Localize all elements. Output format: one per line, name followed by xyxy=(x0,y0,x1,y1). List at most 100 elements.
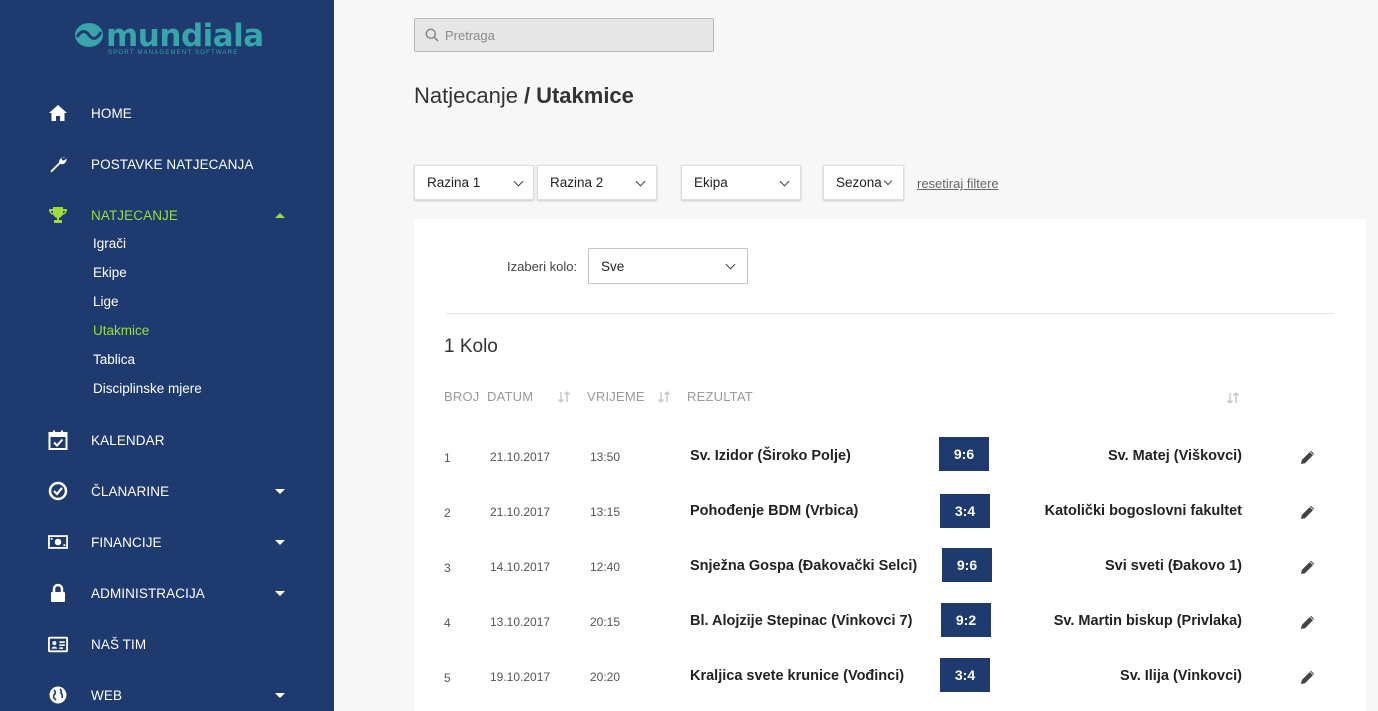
check-circle-icon xyxy=(48,481,68,501)
nav-label-calendar: KALENDAR xyxy=(91,432,165,448)
home-icon xyxy=(48,103,68,123)
edit-icon[interactable] xyxy=(1299,503,1317,521)
nav-label-finances: FINANCIJE xyxy=(91,534,162,550)
filter-level2-dropdown[interactable]: Razina 2 xyxy=(537,165,657,200)
round-title: 1 Kolo xyxy=(444,336,498,357)
away-team[interactable]: Katolički bogoslovni fakultet xyxy=(942,503,1242,519)
sidebar: mundiala SPORT MANAGEMENT SOFTWARE HOME … xyxy=(0,0,334,711)
subnav-item-leagues[interactable]: Lige xyxy=(93,294,119,309)
edit-icon[interactable] xyxy=(1299,668,1317,686)
nav-label-administration: ADMINISTRACIJA xyxy=(91,585,205,601)
nav-item-competition[interactable]: NATJECANJE xyxy=(0,200,334,230)
subnav-item-table[interactable]: Tablica xyxy=(93,352,135,367)
edit-icon[interactable] xyxy=(1299,613,1317,631)
home-team[interactable]: Sv. Izidor (Široko Polje) xyxy=(690,448,851,464)
caret-up-icon xyxy=(275,212,285,218)
match-date: 21.10.2017 xyxy=(490,505,551,519)
away-team[interactable]: Svi sveti (Đakovo 1) xyxy=(942,558,1242,574)
nav-item-administration[interactable]: ADMINISTRACIJA xyxy=(0,578,334,608)
id-card-icon xyxy=(48,634,68,654)
breadcrumb-separator: / xyxy=(523,83,531,108)
filter-team-label: Ekipa xyxy=(694,175,728,190)
home-team[interactable]: Pohođenje BDM (Vrbica) xyxy=(690,503,858,519)
search-icon xyxy=(425,28,439,42)
filter-team-dropdown[interactable]: Ekipa xyxy=(681,165,801,200)
subnav-item-disciplinary[interactable]: Disciplinske mjere xyxy=(93,381,202,396)
round-select-value: Sve xyxy=(601,259,625,274)
sort-icon[interactable] xyxy=(557,390,571,404)
column-header-time[interactable]: VRIJEME xyxy=(587,389,645,404)
edit-icon[interactable] xyxy=(1299,448,1317,466)
subnav-item-teams[interactable]: Ekipe xyxy=(93,265,127,280)
chevron-down-icon xyxy=(635,176,646,187)
column-header-number: BROJ xyxy=(444,389,480,404)
match-time: 13:50 xyxy=(590,450,621,464)
match-number: 4 xyxy=(444,616,451,630)
sort-icon[interactable] xyxy=(657,390,671,404)
sort-icon[interactable] xyxy=(1226,391,1240,405)
breadcrumb-parent[interactable]: Natjecanje xyxy=(414,83,518,108)
caret-down-icon xyxy=(275,539,285,545)
subnav-item-players[interactable]: Igrači xyxy=(93,236,126,251)
nav-item-calendar[interactable]: KALENDAR xyxy=(0,425,334,455)
match-time: 13:15 xyxy=(590,505,621,519)
logo-wordmark: mundiala xyxy=(106,18,264,54)
match-date: 21.10.2017 xyxy=(490,450,551,464)
away-team[interactable]: Sv. Martin biskup (Privlaka) xyxy=(942,613,1242,629)
logo-tagline: SPORT MANAGEMENT SOFTWARE xyxy=(108,50,239,56)
caret-down-icon xyxy=(275,590,285,596)
caret-down-icon xyxy=(275,488,285,494)
round-select[interactable]: Sve xyxy=(588,248,748,284)
edit-icon[interactable] xyxy=(1299,558,1317,576)
matches-panel: Izaberi kolo: Sve 1 Kolo BROJ DATUM VRIJ… xyxy=(414,219,1366,711)
nav-label-memberships: ČLANARINE xyxy=(91,483,170,499)
nav-item-memberships[interactable]: ČLANARINE xyxy=(0,476,334,506)
match-number: 3 xyxy=(444,561,451,575)
chevron-down-icon xyxy=(779,176,790,187)
money-icon xyxy=(48,532,68,552)
nav-item-competition-settings[interactable]: POSTAVKE NATJECANJA xyxy=(0,149,334,179)
chevron-down-icon xyxy=(513,176,524,187)
lock-icon xyxy=(48,583,68,603)
filter-level1-label: Razina 1 xyxy=(427,175,481,190)
home-team[interactable]: Bl. Alojzije Stepinac (Vinkovci 7) xyxy=(690,613,912,629)
logo-mark-icon xyxy=(75,23,103,47)
nav-item-our-team[interactable]: NAŠ TIM xyxy=(0,629,334,659)
filter-season-dropdown[interactable]: Sezona xyxy=(823,165,904,200)
away-team[interactable]: Sv. Matej (Viškovci) xyxy=(942,448,1242,464)
column-header-date[interactable]: DATUM xyxy=(487,389,533,404)
match-time: 12:40 xyxy=(590,560,621,574)
column-header-result[interactable]: REZULTAT xyxy=(687,389,753,404)
home-team[interactable]: Snježna Gospa (Đakovački Selci) xyxy=(690,558,917,574)
calendar-check-icon xyxy=(48,430,68,450)
logo[interactable]: mundiala SPORT MANAGEMENT SOFTWARE xyxy=(74,18,264,62)
search-box[interactable] xyxy=(414,18,714,52)
subnav-item-matches[interactable]: Utakmice xyxy=(93,323,149,338)
globe-icon xyxy=(48,685,68,705)
nav-item-finances[interactable]: FINANCIJE xyxy=(0,527,334,557)
trophy-icon xyxy=(48,205,68,225)
filter-level2-label: Razina 2 xyxy=(550,175,604,190)
round-select-label: Izaberi kolo: xyxy=(507,259,578,274)
page-title: Natjecanje / Utakmice xyxy=(414,83,634,109)
chevron-down-icon xyxy=(883,176,893,186)
nav-item-home[interactable]: HOME xyxy=(0,98,334,128)
match-number: 2 xyxy=(444,506,451,520)
caret-down-icon xyxy=(275,692,285,698)
reset-filters-link[interactable]: resetiraj filtere xyxy=(917,176,999,191)
match-time: 20:15 xyxy=(590,615,621,629)
away-team[interactable]: Sv. Ilija (Vinkovci) xyxy=(942,668,1242,684)
filter-level1-dropdown[interactable]: Razina 1 xyxy=(414,165,534,200)
match-date: 14.10.2017 xyxy=(490,560,551,574)
search-input[interactable] xyxy=(445,19,705,51)
match-date: 19.10.2017 xyxy=(490,670,551,684)
divider xyxy=(446,313,1334,314)
nav-label-our-team: NAŠ TIM xyxy=(91,636,147,652)
match-number: 5 xyxy=(444,671,451,685)
filter-season-label: Sezona xyxy=(836,175,882,190)
home-team[interactable]: Kraljica svete krunice (Vođinci) xyxy=(690,668,904,684)
nav-item-web[interactable]: WEB xyxy=(0,680,334,710)
match-time: 20:20 xyxy=(590,670,621,684)
wrench-icon xyxy=(48,154,68,174)
nav-label-competition: NATJECANJE xyxy=(91,207,179,223)
